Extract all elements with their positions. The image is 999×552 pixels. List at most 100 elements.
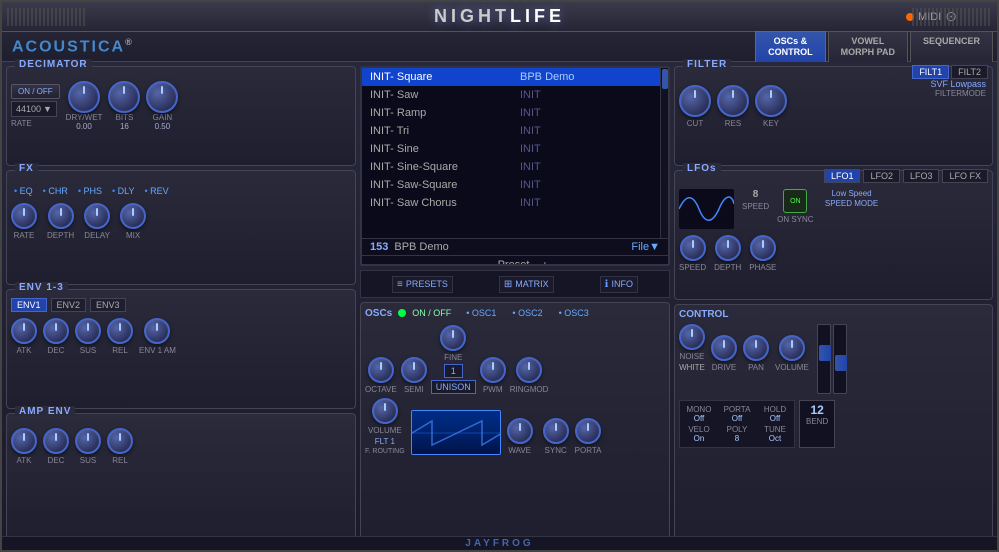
fx-rate-knob[interactable] (11, 203, 37, 229)
preset-controls: ≡ PRESETS ⊞ MATRIX ℹ INFO (360, 270, 670, 298)
env-tab-3[interactable]: ENV3 (90, 298, 126, 312)
amp-rel-knob[interactable] (107, 428, 133, 454)
lfo-label: LFOs (683, 163, 721, 174)
filter-cut-knob[interactable] (679, 85, 711, 117)
fx-tab-phs[interactable]: PHS (75, 185, 105, 197)
info-btn[interactable]: ℹ INFO (600, 276, 638, 293)
title-bar: NIGHTLIFE MIDI ⊙ (2, 2, 997, 32)
lfo-tab-1[interactable]: LFO1 (824, 169, 861, 183)
vert-slider-1[interactable] (817, 324, 831, 394)
fx-mix-knob[interactable] (120, 203, 146, 229)
env-atk-knob[interactable] (11, 318, 37, 344)
bend-box: 12 BEND (799, 400, 835, 448)
env-rel-knob[interactable] (107, 318, 133, 344)
tab-oscs-control[interactable]: OSCs &CONTROL (755, 31, 826, 62)
preset-row-1[interactable]: INIT- Saw INIT (362, 86, 668, 104)
preset-row-5[interactable]: INIT- Sine-Square INIT (362, 158, 668, 176)
gain-knob[interactable] (146, 81, 178, 113)
osc-semi-knob[interactable] (401, 357, 427, 383)
preset-row-6[interactable]: INIT- Saw-Square INIT (362, 176, 668, 194)
bits-knob[interactable] (108, 81, 140, 113)
logo-tab-bar: ACOUSTICA® OSCs &CONTROL VOWELMORPH PAD … (2, 32, 997, 62)
osc-tab-3[interactable]: OSC3 (554, 307, 594, 319)
fx-tab-dly[interactable]: DLY (109, 185, 138, 197)
lfo-phase-knob[interactable] (750, 235, 776, 261)
env-dec-knob[interactable] (43, 318, 69, 344)
control-title: CONTROL (679, 309, 988, 320)
amp-sus-knob[interactable] (75, 428, 101, 454)
osc-octave-knob[interactable] (368, 357, 394, 383)
osc-porta-knob[interactable] (575, 418, 601, 444)
lfo-tab-fx[interactable]: LFO FX (942, 169, 988, 183)
tab-sequencer[interactable]: SEQUENCER (910, 31, 993, 62)
osc-onoff-dot (398, 309, 406, 317)
oscs-panel: OSCs ON / OFF OSC1 OSC2 OSC3 OCTAVE SEMI (360, 302, 670, 548)
env-am-knob[interactable] (144, 318, 170, 344)
preset-nav-bar: - Preset + (362, 255, 668, 266)
main-container: NIGHTLIFE MIDI ⊙ ACOUSTICA® OSCs &CONTRO… (0, 0, 999, 552)
osc-ringmod-knob[interactable] (516, 357, 542, 383)
osc-tab-2[interactable]: OSC2 (507, 307, 547, 319)
rate-selector[interactable]: 44100 ▼ (11, 101, 57, 117)
osc-tab-1[interactable]: OSC1 (461, 307, 501, 319)
amp-env-label: AMP ENV (15, 406, 75, 417)
env-section: ENV 1-3 ENV1 ENV2 ENV3 ATK DEC (6, 289, 356, 409)
lfo-depth-knob[interactable] (715, 235, 741, 261)
lfo-tab-2[interactable]: LFO2 (863, 169, 900, 183)
preset-row-4[interactable]: INIT- Sine INIT (362, 140, 668, 158)
control-noise-knob[interactable] (679, 324, 705, 350)
decimator-onoff-btn[interactable]: ON / OFF (11, 84, 60, 99)
preset-row-7[interactable]: INIT- Saw Chorus INIT (362, 194, 668, 212)
osc-sync-knob[interactable] (543, 418, 569, 444)
filter-res-knob[interactable] (717, 85, 749, 117)
control-drive-knob[interactable] (711, 335, 737, 361)
osc-volume-knob[interactable] (372, 398, 398, 424)
main-tabs: OSCs &CONTROL VOWELMORPH PAD SEQUENCER (755, 31, 997, 62)
control-pan-knob[interactable] (743, 335, 769, 361)
amp-dec-knob[interactable] (43, 428, 69, 454)
fx-depth-knob[interactable] (48, 203, 74, 229)
env-sus-knob[interactable] (75, 318, 101, 344)
control-volume-knob[interactable] (779, 335, 805, 361)
preset-scrollbar[interactable] (660, 68, 668, 238)
filter-key-knob[interactable] (755, 85, 787, 117)
filt-tab-1[interactable]: FILT1 (912, 65, 949, 79)
amp-atk-knob[interactable] (11, 428, 37, 454)
tab-vowel-morph[interactable]: VOWELMORPH PAD (828, 31, 908, 62)
app-title: NIGHTLIFE (434, 6, 565, 27)
lfo-tabs: LFO1 LFO2 LFO3 LFO FX (824, 169, 988, 183)
preset-scrollbar-thumb (662, 69, 668, 89)
osc-wave-knob[interactable] (507, 418, 533, 444)
matrix-btn[interactable]: ⊞ MATRIX (499, 276, 554, 293)
preset-next[interactable]: + (541, 258, 548, 266)
preset-prev[interactable]: - (482, 258, 486, 266)
unison-btn[interactable]: UNISON (431, 380, 476, 394)
fx-delay-knob[interactable] (84, 203, 110, 229)
fx-tab-chr[interactable]: CHR (40, 185, 71, 197)
fx-tab-eq[interactable]: EQ (11, 185, 36, 197)
voice-num: 1 (444, 364, 463, 378)
fx-tab-rev[interactable]: REV (142, 185, 172, 197)
env-tab-1[interactable]: ENV1 (11, 298, 47, 312)
preset-row-2[interactable]: INIT- Ramp INIT (362, 104, 668, 122)
preset-row-0[interactable]: INIT- Square BPB Demo (362, 68, 668, 86)
preset-list: INIT- Square BPB Demo INIT- Saw INIT INI… (362, 68, 668, 238)
wave-display[interactable] (411, 410, 501, 455)
acoustica-logo: ACOUSTICA® (12, 37, 134, 56)
env-label: ENV 1-3 (15, 282, 68, 293)
filt-tab-2[interactable]: FILT2 (951, 65, 988, 79)
lfo-tab-3[interactable]: LFO3 (903, 169, 940, 183)
osc-fine-knob[interactable] (440, 325, 466, 351)
presets-btn[interactable]: ≡ PRESETS (392, 276, 453, 293)
bottom-strip: JAYFROG (2, 536, 997, 550)
jayfrog-label: JAYFROG (465, 538, 533, 549)
lfo-sync-btn[interactable]: ON (783, 189, 807, 213)
lfo-speed-knob[interactable] (680, 235, 706, 261)
env-tab-2[interactable]: ENV2 (51, 298, 87, 312)
preset-row-3[interactable]: INIT- Tri INIT (362, 122, 668, 140)
osc-pwm-knob[interactable] (480, 357, 506, 383)
filter-mode: SVF Lowpass FILTERMODE (930, 79, 986, 98)
vert-slider-2[interactable] (833, 324, 847, 394)
drywet-knob[interactable] (68, 81, 100, 113)
control-params-grid: MONO Off PORTA Off HOLD Off VELO (679, 400, 795, 448)
